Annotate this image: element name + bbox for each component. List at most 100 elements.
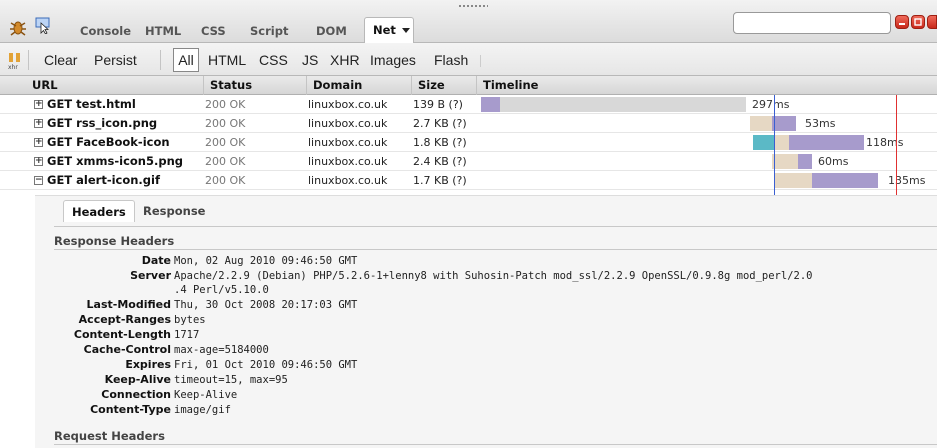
request-domain: linuxbox.co.uk [308,117,388,130]
header-name: Last-Modified [86,298,171,311]
request-url: GET alert-icon.gif [47,173,160,187]
divider [54,444,937,445]
table-row[interactable]: + GET FaceBook-icon 200 OK linuxbox.co.u… [0,133,937,152]
tab-net-label: Net [373,23,396,37]
request-domain: linuxbox.co.uk [308,174,388,187]
tab-headers[interactable]: Headers [63,200,135,222]
resize-grip[interactable] [458,4,488,8]
column-header-timeline[interactable]: Timeline [477,76,937,95]
expand-toggle[interactable]: + [34,119,43,128]
header-row: Content-Length 1717 [35,328,937,342]
timeline-duration: 53ms [805,117,836,130]
header-value: image/gif [174,404,231,416]
table-row[interactable]: − GET alert-icon.gif 200 OK linuxbox.co.… [0,171,937,190]
minimize-button[interactable] [895,15,909,29]
filter-images-button[interactable]: Images [370,52,416,68]
expand-toggle[interactable]: + [34,138,43,147]
expand-toggle[interactable]: + [34,157,43,166]
request-url: GET test.html [47,97,136,111]
header-value: max-age=5184000 [174,344,269,356]
request-size: 2.7 KB (?) [413,117,467,130]
header-row: Content-Type image/gif [35,403,937,417]
close-button[interactable] [927,15,937,29]
collapse-toggle[interactable]: − [34,176,43,185]
header-value: 1717 [174,329,200,341]
filter-js-button[interactable]: JS [302,52,318,68]
request-status: 200 OK [205,98,246,111]
header-row: Server Apache/2.2.9 (Debian) PHP/5.2.6-1… [35,269,937,283]
request-url: GET xmms-icon5.png [47,154,184,168]
request-status: 200 OK [205,117,246,130]
header-row: Last-Modified Thu, 30 Oct 2008 20:17:03 … [35,298,937,312]
header-row: Expires Fri, 01 Oct 2010 09:46:50 GMT [35,358,937,372]
filter-xhr-button[interactable]: XHR [330,52,360,68]
request-domain: linuxbox.co.uk [308,98,388,111]
header-value: Keep-Alive [174,389,238,401]
header-value: Apache/2.2.9 (Debian) PHP/5.2.6-1+lenny8… [174,270,813,282]
filter-flash-button[interactable]: Flash [434,52,468,68]
detach-icon [914,18,922,26]
request-domain: linuxbox.co.uk [308,136,388,149]
separator [160,50,161,70]
firebug-icon[interactable] [8,17,28,40]
minimize-icon [899,23,905,25]
table-row[interactable]: + GET test.html 200 OK linuxbox.co.uk 13… [0,95,937,114]
xhr-icon: xhr [8,52,22,73]
timeline-bar-waiting [772,154,798,169]
header-name: Accept-Ranges [78,313,171,326]
timeline-duration: 297ms [752,98,790,111]
header-row: Connection Keep-Alive [35,388,937,402]
request-size: 1.7 KB (?) [413,174,467,187]
table-row[interactable]: + GET rss_icon.png 200 OK linuxbox.co.uk… [0,114,937,133]
search-input[interactable] [733,12,891,34]
request-details-panel: Headers Response Response Headers Date M… [35,195,937,448]
header-row: Keep-Alive timeout=15, max=95 [35,373,937,387]
filter-css-button[interactable]: CSS [259,52,288,68]
expand-toggle[interactable]: + [34,100,43,109]
response-headers-title: Response Headers [54,234,175,248]
request-headers-title: Request Headers [54,429,165,443]
request-size: 139 B (?) [413,98,463,111]
filter-html-button[interactable]: HTML [208,52,246,68]
column-header-url[interactable]: URL [26,76,204,95]
tab-response[interactable]: Response [135,200,213,222]
request-size: 1.8 KB (?) [413,136,467,149]
timeline-bar-receiving [789,135,864,150]
tab-script[interactable]: Script [250,21,288,41]
header-name: Keep-Alive [104,373,171,386]
detach-button[interactable] [911,15,925,29]
header-value-continued: .4 Perl/v5.10.0 [174,284,269,296]
header-name: Connection [101,388,171,401]
filter-all-button[interactable]: All [173,48,199,72]
column-header-size[interactable]: Size [412,76,477,95]
tab-html[interactable]: HTML [145,21,181,41]
timeline-bar-receiving [481,97,500,112]
request-domain: linuxbox.co.uk [308,155,388,168]
column-header-domain[interactable]: Domain [307,76,412,95]
timeline-bar-receiving [772,116,796,131]
tab-net[interactable]: Net [364,17,414,43]
tab-console[interactable]: Console [80,21,131,41]
net-filter-bar: xhr Clear Persist All HTML CSS JS XHR Im… [0,43,937,76]
header-row: Cache-Control max-age=5184000 [35,343,937,357]
table-row[interactable]: + GET xmms-icon5.png 200 OK linuxbox.co.… [0,152,937,171]
header-row: Accept-Ranges bytes [35,313,937,327]
clear-button[interactable]: Clear [44,52,77,68]
request-url: GET rss_icon.png [47,116,158,130]
header-value: Fri, 01 Oct 2010 09:46:50 GMT [174,359,358,371]
timeline-duration: 60ms [818,155,849,168]
request-status: 200 OK [205,136,246,149]
header-name: Expires [125,358,171,371]
inspect-icon[interactable] [34,16,52,37]
request-size: 2.4 KB (?) [413,155,467,168]
firebug-toolbar: Console HTML CSS Script DOM Net [0,0,937,43]
persist-button[interactable]: Persist [94,52,137,68]
request-status: 200 OK [205,174,246,187]
timeline-bar-waiting [775,173,812,188]
column-header-status[interactable]: Status [204,76,307,95]
header-name: Server [130,269,171,282]
header-value: Mon, 02 Aug 2010 09:46:50 GMT [174,255,358,267]
header-name: Content-Length [73,328,171,341]
tab-dom[interactable]: DOM [316,21,347,41]
tab-css[interactable]: CSS [201,21,226,41]
